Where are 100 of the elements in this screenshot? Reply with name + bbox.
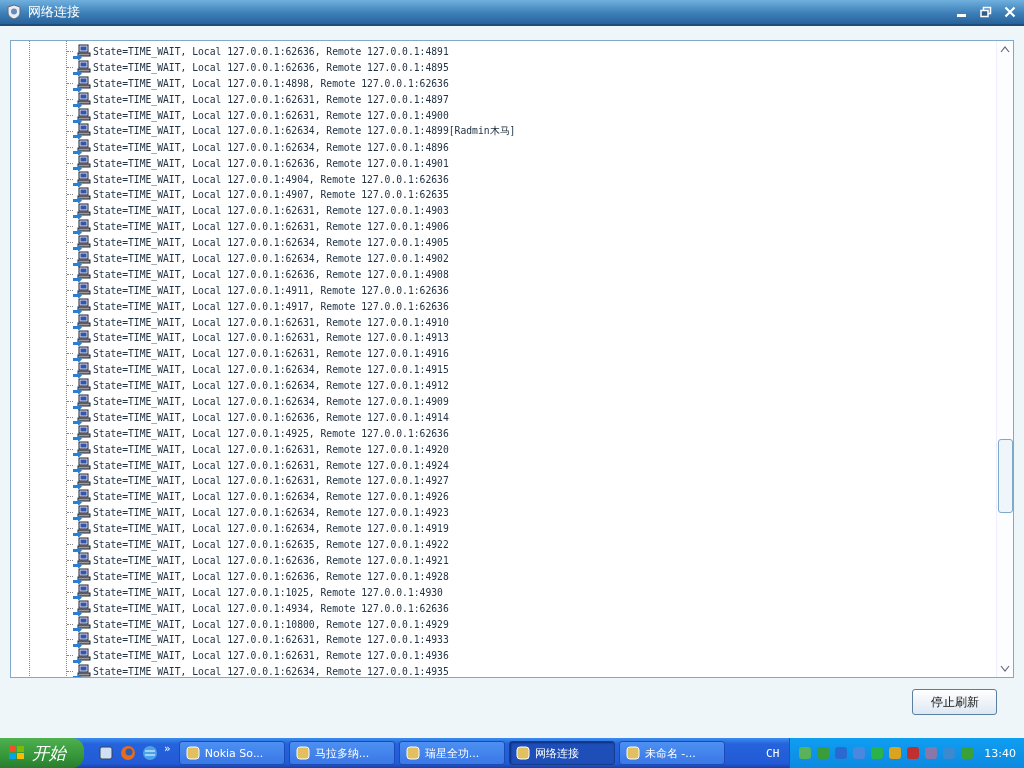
- program-icon: [185, 746, 200, 760]
- connection-entry[interactable]: State=TIME_WAIT, Local 127.0.0.1:4907, Remote 127.0.0.1:62635: [93, 189, 449, 201]
- connection-entry[interactable]: State=TIME_WAIT, Local 127.0.0.1:62631, Remote 127.0.0.1:4924: [93, 459, 449, 471]
- connection-entry[interactable]: State=TIME_WAIT, Local 127.0.0.1:4934, Remote 127.0.0.1:62636: [93, 602, 449, 614]
- taskbar-button[interactable]: 马拉多纳...: [288, 741, 395, 765]
- connection-entry[interactable]: State=TIME_WAIT, Local 127.0.0.1:62634, Remote 127.0.0.1:4926: [93, 491, 449, 503]
- connection-entry[interactable]: State=TIME_WAIT, Local 127.0.0.1:62634, Remote 127.0.0.1:4902: [93, 253, 449, 264]
- scroll-bar[interactable]: [996, 41, 1013, 677]
- connection-entry[interactable]: State=TIME_WAIT, Local 127.0.0.1:62631, Remote 127.0.0.1:4927: [93, 475, 449, 487]
- taskbar-button[interactable]: 网络连接: [508, 741, 615, 765]
- connection-entry[interactable]: State=TIME_WAIT, Local 127.0.0.1:62636, Remote 127.0.0.1:4891: [93, 46, 449, 58]
- connection-entry[interactable]: State=TIME_WAIT, Local 127.0.0.1:62634, Remote 127.0.0.1:4919: [93, 523, 449, 535]
- tray-icon[interactable]: [798, 746, 813, 760]
- tray-icon[interactable]: [924, 746, 939, 760]
- tray-icon[interactable]: [906, 746, 921, 760]
- connection-entry[interactable]: State=TIME_WAIT, Local 127.0.0.1:62631, Remote 127.0.0.1:4916: [93, 348, 449, 360]
- computer-icon: [73, 647, 91, 664]
- connection-entry[interactable]: State=TIME_WAIT, Local 127.0.0.1:62636, Remote 127.0.0.1:4895: [93, 62, 449, 74]
- connection-entry[interactable]: State=TIME_WAIT, Local 127.0.0.1:4911, Remote 127.0.0.1:62636: [93, 284, 449, 296]
- connection-entry[interactable]: State=TIME_WAIT, Local 127.0.0.1:62631, Remote 127.0.0.1:4933: [93, 634, 449, 646]
- more-launchers-button[interactable]: »: [164, 741, 171, 755]
- connection-entry[interactable]: State=TIME_WAIT, Local 127.0.0.1:62634, Remote 127.0.0.1:4923: [93, 507, 449, 519]
- computer-icon: [73, 75, 91, 92]
- computer-icon: [73, 330, 91, 346]
- connection-entry[interactable]: State=TIME_WAIT, Local 127.0.0.1:10800, Remote 127.0.0.1:4929: [93, 618, 449, 630]
- shield-icon: [6, 4, 22, 20]
- taskbar-button[interactable]: 未命名 -...: [618, 741, 725, 765]
- computer-icon: [73, 139, 91, 156]
- connection-entry[interactable]: State=TIME_WAIT, Local 127.0.0.1:62636, Remote 127.0.0.1:4908: [93, 268, 449, 280]
- connection-entry[interactable]: State=TIME_WAIT, Local 127.0.0.1:4904, Remote 127.0.0.1:62636: [93, 173, 449, 185]
- connection-entry[interactable]: State=TIME_WAIT, Local 127.0.0.1:62636, Remote 127.0.0.1:4901: [93, 157, 449, 169]
- connection-entry[interactable]: State=TIME_WAIT, Local 127.0.0.1:62631, Remote 127.0.0.1:4900: [93, 110, 449, 121]
- computer-icon: [73, 91, 91, 108]
- scroll-thumb[interactable]: [998, 439, 1013, 513]
- program-icon: [515, 746, 530, 760]
- computer-icon: [73, 171, 91, 188]
- connection-entry[interactable]: State=TIME_WAIT, Local 127.0.0.1:62631, Remote 127.0.0.1:4903: [93, 205, 449, 217]
- close-icon[interactable]: [1004, 6, 1016, 18]
- connection-entry[interactable]: State=TIME_WAIT, Local 127.0.0.1:62636, Remote 127.0.0.1:4921: [93, 554, 449, 566]
- computer-icon: [73, 663, 91, 677]
- connection-entry[interactable]: State=TIME_WAIT, Local 127.0.0.1:62631, Remote 127.0.0.1:4936: [93, 650, 449, 662]
- computer-icon: [73, 266, 91, 283]
- computer-icon: [73, 504, 91, 521]
- tray-icon[interactable]: [942, 746, 957, 760]
- connection-entry[interactable]: State=TIME_WAIT, Local 127.0.0.1:4925, Remote 127.0.0.1:62636: [93, 427, 449, 439]
- connection-entry[interactable]: State=TIME_WAIT, Local 127.0.0.1:4898, Remote 127.0.0.1:62636: [93, 78, 449, 90]
- computer-icon: [73, 59, 91, 76]
- computer-icon: [73, 536, 91, 553]
- taskbar-button[interactable]: Nokia So...: [178, 741, 285, 765]
- connection-entry[interactable]: State=TIME_WAIT, Local 127.0.0.1:62631, Remote 127.0.0.1:4897: [93, 94, 449, 106]
- connection-entry[interactable]: State=TIME_WAIT, Local 127.0.0.1:62636, Remote 127.0.0.1:4914: [93, 411, 449, 423]
- globe-icon[interactable]: [142, 745, 158, 761]
- clock: 13:40: [984, 746, 1016, 760]
- computer-icon: [73, 314, 91, 331]
- computer-icon: [73, 600, 91, 617]
- connection-entry[interactable]: State=TIME_WAIT, Local 127.0.0.1:62631, Remote 127.0.0.1:4910: [93, 316, 449, 328]
- computer-icon: [73, 616, 91, 632]
- connection-entry[interactable]: State=TIME_WAIT, Local 127.0.0.1:4917, Remote 127.0.0.1:62636: [93, 300, 449, 312]
- tray-icon[interactable]: [960, 746, 975, 760]
- computer-icon: [73, 631, 91, 648]
- taskbar-button[interactable]: 瑞星全功...: [398, 741, 505, 765]
- tray-icon[interactable]: [888, 746, 903, 760]
- computer-icon: [73, 298, 91, 315]
- connection-entry[interactable]: State=TIME_WAIT, Local 127.0.0.1:1025, Remote 127.0.0.1:4930: [93, 586, 443, 598]
- connection-entry[interactable]: State=TIME_WAIT, Local 127.0.0.1:62635, Remote 127.0.0.1:4922: [93, 539, 449, 551]
- program-icon: [625, 746, 640, 760]
- connection-entry[interactable]: State=TIME_WAIT, Local 127.0.0.1:62634, Remote 127.0.0.1:4899[Radmin木马]: [93, 124, 516, 138]
- connection-entry[interactable]: State=TIME_WAIT, Local 127.0.0.1:62634, Remote 127.0.0.1:4935: [93, 666, 449, 677]
- stop-refresh-button[interactable]: 停止刷新: [912, 689, 997, 715]
- launcher-icon[interactable]: [98, 745, 114, 761]
- connection-entry[interactable]: State=TIME_WAIT, Local 127.0.0.1:62636, Remote 127.0.0.1:4928: [93, 570, 449, 582]
- connection-entry[interactable]: State=TIME_WAIT, Local 127.0.0.1:62634, Remote 127.0.0.1:4915: [93, 364, 449, 376]
- tray-icon[interactable]: [852, 746, 867, 760]
- connection-entry[interactable]: State=TIME_WAIT, Local 127.0.0.1:62631, Remote 127.0.0.1:4920: [93, 443, 449, 455]
- computer-icon: [73, 250, 91, 267]
- computer-icon: [73, 282, 91, 299]
- tray-icon[interactable]: [816, 746, 831, 760]
- computer-icon: [73, 361, 91, 378]
- restore-icon[interactable]: [980, 6, 992, 18]
- start-button[interactable]: 开始: [0, 738, 84, 768]
- computer-icon: [73, 568, 91, 585]
- tray-icon[interactable]: [834, 746, 849, 760]
- scroll-down-icon[interactable]: [1000, 665, 1010, 673]
- tray-icon[interactable]: [870, 746, 885, 760]
- language-indicator[interactable]: CH: [756, 746, 790, 760]
- windows-logo-icon: [8, 745, 26, 761]
- computer-icon: [73, 155, 91, 172]
- computer-icon: [73, 457, 91, 474]
- window-title: 网络连接: [28, 3, 81, 21]
- connection-entry[interactable]: State=TIME_WAIT, Local 127.0.0.1:62634, Remote 127.0.0.1:4896: [93, 141, 449, 153]
- connection-entry[interactable]: State=TIME_WAIT, Local 127.0.0.1:62634, Remote 127.0.0.1:4912: [93, 380, 449, 392]
- connection-entry[interactable]: State=TIME_WAIT, Local 127.0.0.1:62634, Remote 127.0.0.1:4909: [93, 396, 449, 408]
- connection-entry[interactable]: State=TIME_WAIT, Local 127.0.0.1:62634, Remote 127.0.0.1:4905: [93, 237, 449, 249]
- computer-icon: [73, 123, 91, 140]
- computer-icon: [73, 409, 91, 426]
- browser-icon[interactable]: [120, 745, 136, 761]
- connection-entry[interactable]: State=TIME_WAIT, Local 127.0.0.1:62631, Remote 127.0.0.1:4906: [93, 221, 449, 233]
- scroll-up-icon[interactable]: [1000, 45, 1010, 53]
- computer-icon: [73, 202, 91, 219]
- connection-entry[interactable]: State=TIME_WAIT, Local 127.0.0.1:62631, Remote 127.0.0.1:4913: [93, 332, 449, 344]
